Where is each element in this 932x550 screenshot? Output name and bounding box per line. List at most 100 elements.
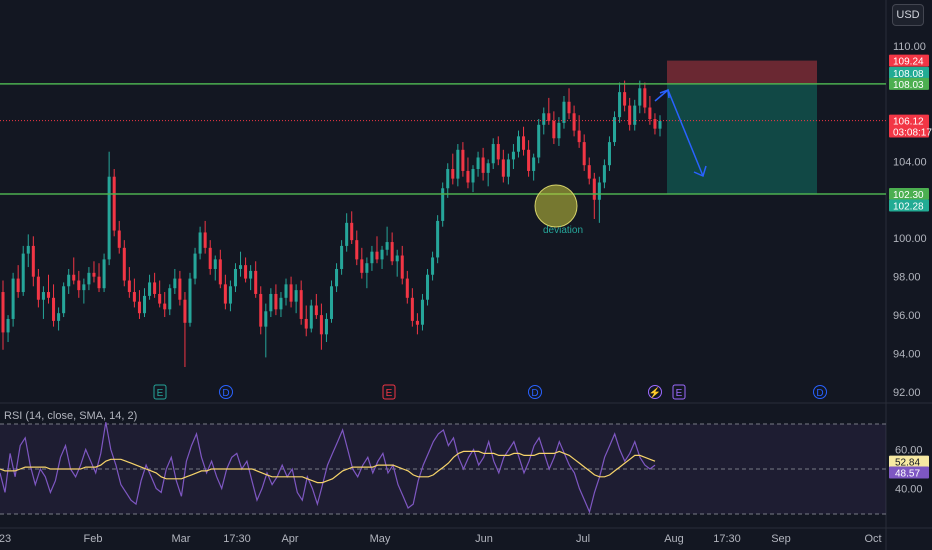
candle-body <box>228 286 232 304</box>
time-tick-label: Jun <box>475 533 493 545</box>
price-tick-label: 94.00 <box>893 349 921 361</box>
candle-body <box>223 284 227 304</box>
candle-body <box>446 169 450 189</box>
candle-body <box>527 149 531 171</box>
candle-body <box>142 295 147 314</box>
candle-body <box>132 292 136 302</box>
time-tick-label: 23 <box>0 533 11 545</box>
candle-body <box>77 280 81 291</box>
candle-body <box>233 268 237 287</box>
event-marker-label: ⚡ <box>649 386 661 399</box>
candle-body <box>284 284 288 298</box>
time-tick-label: 17:30 <box>713 533 741 545</box>
candle-body <box>117 230 121 248</box>
candle-body <box>259 293 263 327</box>
candle-body <box>506 159 510 177</box>
candle-body <box>577 130 581 143</box>
candle-body <box>643 88 647 108</box>
candle-body <box>269 293 273 312</box>
price-badge-label: 102.30 <box>893 190 924 201</box>
candle-body <box>92 272 96 277</box>
currency-button[interactable]: USD <box>892 4 924 26</box>
candle-body <box>249 270 253 279</box>
candle-body <box>97 276 101 289</box>
candle-body <box>329 286 334 319</box>
price-tick-label: 96.00 <box>893 310 921 322</box>
candle-body <box>239 265 243 269</box>
candle-body <box>486 163 490 173</box>
event-marker-label: E <box>676 388 683 399</box>
candle-body <box>471 169 475 183</box>
candle-body <box>137 301 141 314</box>
rsi-legend[interactable]: RSI (14, close, SMA, 14, 2) <box>4 410 137 422</box>
candle-body <box>314 305 318 316</box>
candle-body <box>587 165 591 179</box>
time-tick-label: Jul <box>576 533 590 545</box>
candle-body <box>395 255 399 262</box>
stop-loss-zone <box>667 60 817 84</box>
deviation-circle <box>534 184 578 228</box>
candle-body <box>466 170 470 183</box>
take-profit-zone <box>667 83 817 195</box>
price-tick-label: 104.00 <box>893 156 927 168</box>
chart-canvas[interactable]: deviationEDED⚡ED110.00108.00106.00104.00… <box>0 0 932 550</box>
candle-body <box>567 101 571 114</box>
candle-body <box>153 282 157 294</box>
candle-body <box>309 305 313 329</box>
candle-body <box>618 92 622 118</box>
candle-body <box>547 113 551 121</box>
price-badge-label: 03:08:17 <box>893 128 932 139</box>
candle-body <box>16 278 20 293</box>
candle-body <box>122 247 126 281</box>
candle-body <box>633 105 637 125</box>
candle-body <box>370 251 374 264</box>
candle-body <box>451 169 455 179</box>
candle-body <box>274 293 278 310</box>
candle-body <box>72 274 76 281</box>
time-tick-label: Feb <box>84 533 103 545</box>
time-tick-label: Mar <box>172 533 191 545</box>
candle-body <box>183 299 187 323</box>
candle-body <box>208 247 212 269</box>
candle-body <box>254 270 258 294</box>
candle-body <box>264 311 268 327</box>
candle-body <box>52 297 56 321</box>
candle-body <box>203 232 207 248</box>
candle-body <box>67 274 71 287</box>
candle-body <box>648 107 652 120</box>
candle-body <box>148 282 152 296</box>
candle-body <box>41 292 45 300</box>
event-marker-label: D <box>531 388 538 399</box>
candle-body <box>400 255 404 279</box>
candle-body <box>597 182 601 200</box>
price-tick-label: 92.00 <box>893 387 921 399</box>
candle-body <box>193 253 197 279</box>
candle-body <box>21 253 25 293</box>
candle-body <box>213 259 217 269</box>
candle-body <box>441 188 445 221</box>
candle-body <box>289 284 293 302</box>
candle-body <box>607 142 611 166</box>
candle-body <box>102 259 106 289</box>
candle-body <box>198 232 202 254</box>
candle-body <box>562 101 566 123</box>
time-tick-label: Aug <box>664 533 684 545</box>
candle-body <box>380 249 384 260</box>
candle-body <box>491 144 495 164</box>
candle-body <box>390 242 394 262</box>
candle-body <box>365 263 369 273</box>
candle-body <box>638 88 642 106</box>
time-tick-label: Apr <box>281 533 298 545</box>
candle-body <box>340 245 344 269</box>
candle-body <box>461 149 465 171</box>
candle-body <box>244 265 248 279</box>
candle-body <box>36 276 40 300</box>
event-marker-4: ⚡ <box>648 385 662 399</box>
candle-body <box>304 318 308 329</box>
candle-body <box>188 278 192 323</box>
candle-body <box>173 278 177 289</box>
candle-body <box>82 284 86 291</box>
candle-body <box>57 313 61 321</box>
candle-body <box>456 149 460 179</box>
time-tick-label: Oct <box>864 533 881 545</box>
